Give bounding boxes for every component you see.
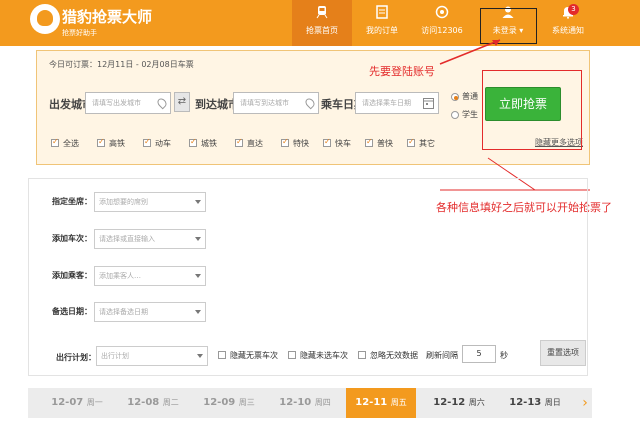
date-tab-date: 12-12 xyxy=(433,397,466,408)
date-tab-date: 12-07 xyxy=(51,397,84,408)
date-tab-date: 12-08 xyxy=(127,397,160,408)
date-tab-day: 周五 xyxy=(390,398,407,407)
backup-date-placeholder: 请选择备选日期 xyxy=(99,308,148,316)
date-tab-date: 12-10 xyxy=(279,397,312,408)
date-tab-12-13[interactable]: 12-13 周日 xyxy=(500,388,570,418)
travel-plan-select[interactable]: 出行计划 xyxy=(96,346,208,366)
date-tab-day: 周日 xyxy=(544,398,561,407)
date-strip: 12-07 周一 12-08 周二 12-09 周三 12-10 周四 12-1… xyxy=(28,388,592,418)
refresh-interval-unit: 秒 xyxy=(500,351,508,360)
travel-plan-label: 出行计划： xyxy=(56,353,96,362)
chevron-down-icon xyxy=(195,237,201,241)
hide-no-ticket-checkbox[interactable] xyxy=(218,351,226,359)
travel-plan-placeholder: 出行计划 xyxy=(101,352,129,360)
date-tab-12-09[interactable]: 12-09 周三 xyxy=(194,388,264,418)
passenger-label: 添加乘客： xyxy=(52,271,92,280)
ignore-invalid-label: 忽略无效数据 xyxy=(370,351,418,360)
date-tab-date: 12-11 xyxy=(355,397,388,408)
date-tab-date: 12-09 xyxy=(203,397,236,408)
reset-options-button[interactable]: 重置选项 xyxy=(540,340,586,366)
seat-placeholder: 添加想要的席别 xyxy=(99,198,148,206)
date-tab-12-12[interactable]: 12-12 周六 xyxy=(424,388,494,418)
date-tab-12-10[interactable]: 12-10 周四 xyxy=(270,388,340,418)
backup-date-select[interactable]: 请选择备选日期 xyxy=(94,302,206,322)
date-tab-day: 周四 xyxy=(314,398,331,407)
hide-unselected-checkbox[interactable] xyxy=(288,351,296,359)
seat-select[interactable]: 添加想要的席别 xyxy=(94,192,206,212)
date-tab-12-07[interactable]: 12-07 周一 xyxy=(42,388,112,418)
seat-label: 指定坐席： xyxy=(52,197,92,206)
date-tab-day: 周一 xyxy=(86,398,103,407)
date-tab-day: 周二 xyxy=(162,398,179,407)
date-tab-day: 周六 xyxy=(468,398,485,407)
train-number-select[interactable]: 请选择或直接输入 xyxy=(94,229,206,249)
chevron-down-icon xyxy=(195,200,201,204)
ignore-invalid-checkbox[interactable] xyxy=(358,351,366,359)
hide-unselected-label: 隐藏未选车次 xyxy=(300,351,348,360)
date-tab-day: 周三 xyxy=(238,398,255,407)
chevron-down-icon xyxy=(197,354,203,358)
passenger-select[interactable]: 添加乘客人… xyxy=(94,266,206,286)
refresh-interval-input[interactable]: 5 xyxy=(462,345,496,363)
passenger-placeholder: 添加乘客人… xyxy=(99,272,141,280)
train-number-label: 添加车次： xyxy=(52,234,92,243)
backup-date-label: 备选日期： xyxy=(52,307,92,316)
date-tab-12-08[interactable]: 12-08 周二 xyxy=(118,388,188,418)
next-dates-arrow-icon[interactable]: › xyxy=(578,388,592,418)
chevron-down-icon xyxy=(195,274,201,278)
date-tab-12-11[interactable]: 12-11 周五 xyxy=(346,388,416,418)
refresh-interval-label: 刷新间隔 xyxy=(426,351,458,360)
chevron-down-icon xyxy=(195,310,201,314)
date-tab-date: 12-13 xyxy=(509,397,542,408)
train-number-placeholder: 请选择或直接输入 xyxy=(99,235,155,243)
hide-no-ticket-label: 隐藏无票车次 xyxy=(230,351,278,360)
